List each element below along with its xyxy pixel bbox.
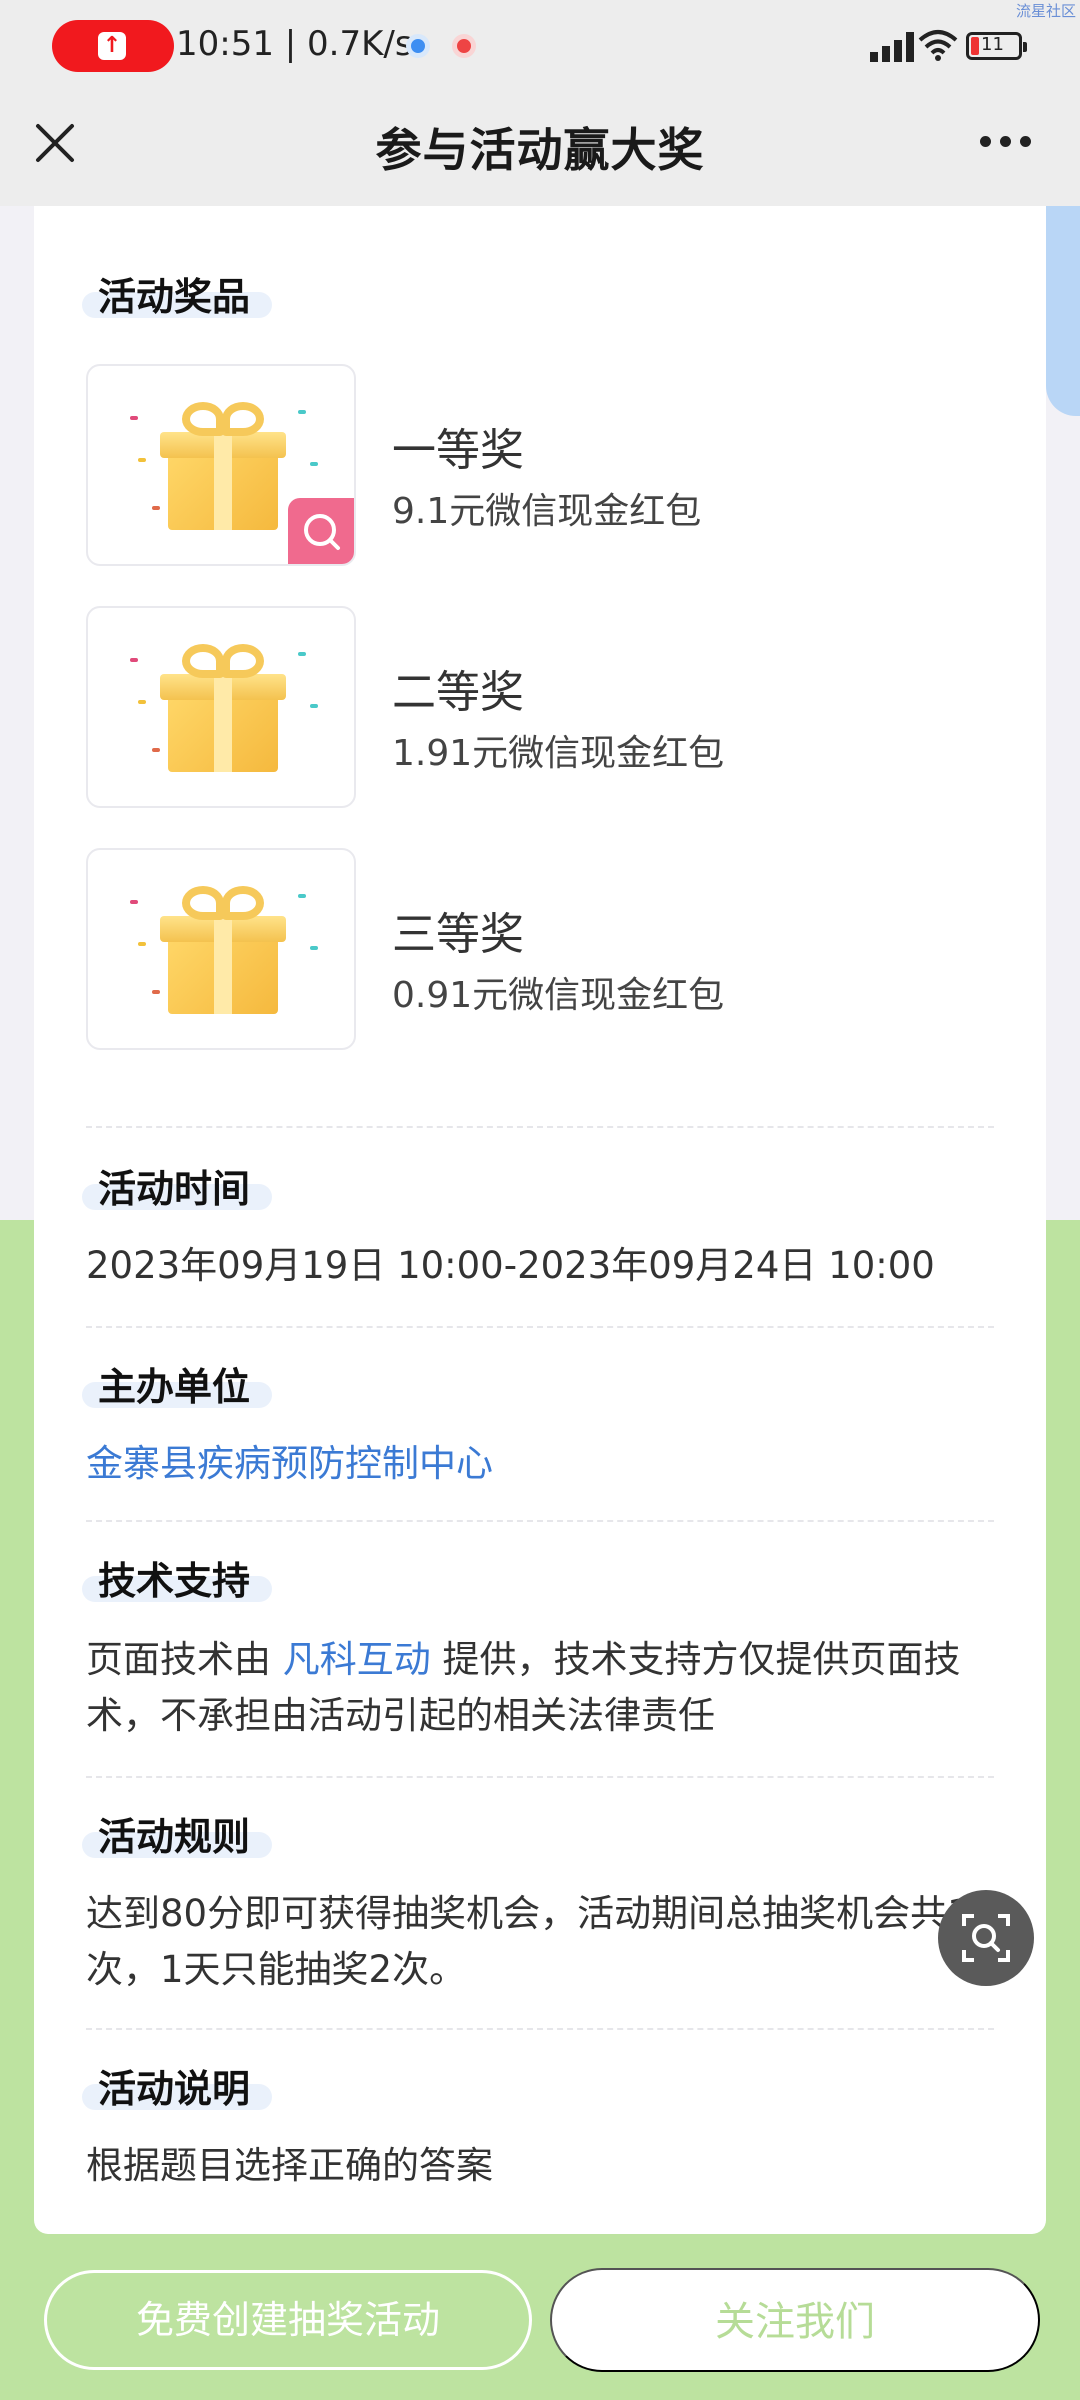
- prize-image[interactable]: [86, 606, 356, 808]
- divider: [86, 1126, 994, 1128]
- prize-image[interactable]: [86, 364, 356, 566]
- battery-icon: 11: [966, 32, 1027, 60]
- signal-icon: [866, 30, 914, 62]
- activity-time: 2023年09月19日 10:00-2023年09月24日 10:00: [86, 1244, 935, 1287]
- wifi-icon: [918, 30, 958, 61]
- section-heading-organizer: 主办单位: [82, 1356, 272, 1409]
- section-heading-description: 活动说明: [82, 2058, 272, 2111]
- prize-image[interactable]: [86, 848, 356, 1050]
- screen-record-indicator[interactable]: ↑: [52, 20, 174, 72]
- section-heading-rules: 活动规则: [82, 1806, 272, 1859]
- scan-icon: [962, 1914, 1010, 1962]
- create-lottery-button[interactable]: 免费创建抽奖活动: [44, 2270, 532, 2370]
- description-text: 根据题目选择正确的答案: [86, 2144, 493, 2187]
- divider: [86, 2028, 994, 2030]
- prize-name: 一等奖: [392, 425, 524, 476]
- watermark: 流星社区: [1015, 2, 1076, 20]
- section-heading-tech: 技术支持: [82, 1550, 272, 1603]
- scan-search-button[interactable]: [938, 1890, 1034, 1986]
- page-title: 参与活动赢大奖: [375, 123, 705, 177]
- divider: [86, 1326, 994, 1328]
- app-notification-icon: [406, 34, 430, 58]
- gift-icon: [160, 644, 286, 772]
- content-card: 活动奖品 一等奖 9.1元微信现金红包 二等奖 1.91元微信现金红包 三等奖 …: [34, 206, 1046, 2234]
- tech-provider-link[interactable]: 凡科互动: [283, 1638, 431, 1681]
- tech-support-text: 页面技术由 凡科互动 提供，技术支持方仅提供页面技术，不承担由活动引起的相关法律…: [86, 1638, 961, 1737]
- prize-name: 二等奖: [392, 667, 524, 718]
- divider: [86, 1776, 994, 1778]
- app-notification-icon-2: [452, 34, 476, 58]
- status-bar: ↑ 10:51 | 0.7K/s 11: [0, 0, 1080, 92]
- upload-arrow-icon: ↑: [98, 32, 126, 60]
- gift-icon: [160, 886, 286, 1014]
- section-heading-time: 活动时间: [82, 1158, 272, 1211]
- more-options-icon[interactable]: [978, 136, 1034, 150]
- search-icon[interactable]: [288, 498, 354, 564]
- section-heading-prizes: 活动奖品: [82, 266, 272, 319]
- follow-us-button[interactable]: 关注我们: [550, 2268, 1040, 2372]
- battery-level: 11: [981, 34, 1004, 55]
- decorative-edge: [1046, 206, 1080, 416]
- prize-desc: 0.91元微信现金红包: [392, 975, 725, 1016]
- gift-icon: [160, 402, 286, 530]
- prize-desc: 1.91元微信现金红包: [392, 733, 725, 774]
- prize-desc: 9.1元微信现金红包: [392, 491, 702, 532]
- divider: [86, 1520, 994, 1522]
- rules-text: 达到80分即可获得抽奖机会，活动期间总抽奖机会共10次，1天只能抽奖2次。: [86, 1892, 995, 1991]
- prize-name: 三等奖: [392, 909, 524, 960]
- nav-bar: 参与活动赢大奖: [0, 92, 1080, 206]
- status-time-speed: 10:51 | 0.7K/s: [176, 24, 413, 64]
- organizer-link[interactable]: 金寨县疾病预防控制中心: [86, 1436, 996, 1492]
